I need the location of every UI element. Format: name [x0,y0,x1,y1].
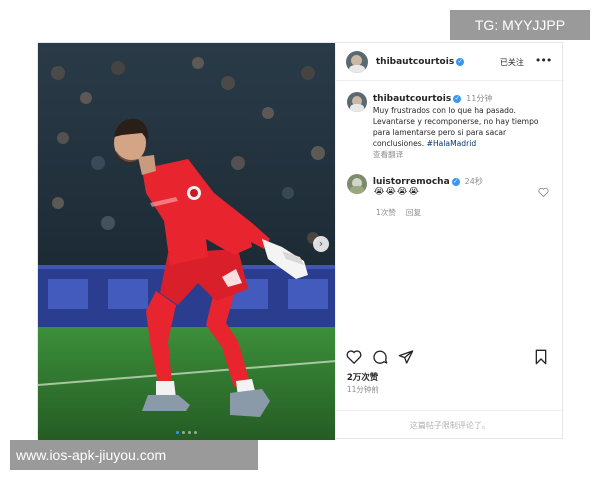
comment-text: 😭😭😭😭 [373,187,420,197]
carousel-dot [193,431,197,434]
comment-username[interactable]: luistorremocha ✓ 24秒 [373,176,483,187]
watermark-top: TG: MYYJJPP [450,10,590,40]
reply-button[interactable]: 回复 [406,208,421,217]
comment-meta: 1次赞 回复 [376,207,431,218]
comment-avatar[interactable] [346,174,367,194]
more-icon[interactable]: ••• [535,54,552,67]
verified-badge-icon: ✓ [451,178,460,186]
posted-time: 11分钟前 [346,385,379,394]
carousel-dot [181,431,185,434]
action-bar [346,349,556,369]
caption-time: 11分钟 [466,94,493,103]
post-details-pane: thibautcourtois ✓ 已关注 ••• thibautcourtois… [334,43,564,440]
follow-status-button[interactable]: 已关注 [500,57,524,68]
avatar[interactable] [345,51,368,73]
verified-badge-icon: ✓ [456,58,465,66]
see-translation-link[interactable]: 查看翻译 [373,149,403,160]
header-username[interactable]: thibautcourtois ✓ [376,57,465,67]
watermark-bottom: www.ios-apk-jiuyou.com [10,440,258,470]
instagram-post: › thibautcourtois ✓ 已关注 ••• thibautcourto… [37,42,564,440]
post-header: thibautcourtois ✓ 已关注 ••• [335,43,564,81]
caption-text: Muy frustrados con lo que ha pasado. Lev… [373,105,553,149]
carousel-dot [187,431,191,434]
verified-badge-icon: ✓ [453,95,462,103]
caption-avatar[interactable] [346,92,367,112]
post-photo[interactable]: › [38,43,335,440]
carousel-dots [38,431,335,434]
carousel-dot [175,431,179,434]
comments-disabled-notice: 这篇帖子限制评论了。 [335,410,564,440]
heart-icon[interactable] [346,349,362,364]
goalkeeper-photo [38,43,335,440]
comment-likes[interactable]: 1次赞 [376,208,396,217]
share-icon[interactable] [398,349,414,365]
caption-username[interactable]: thibautcourtois ✓ 11分钟 [373,93,493,104]
hashtag-link[interactable]: #HalaMadrid [427,139,477,148]
comment-icon[interactable] [372,349,388,365]
comment-time: 24秒 [464,177,483,186]
bookmark-icon[interactable] [534,349,548,365]
comment-like-icon[interactable] [538,187,549,197]
next-photo-button[interactable]: › [313,236,329,252]
likes-count[interactable]: 2万次赞 [347,371,378,383]
